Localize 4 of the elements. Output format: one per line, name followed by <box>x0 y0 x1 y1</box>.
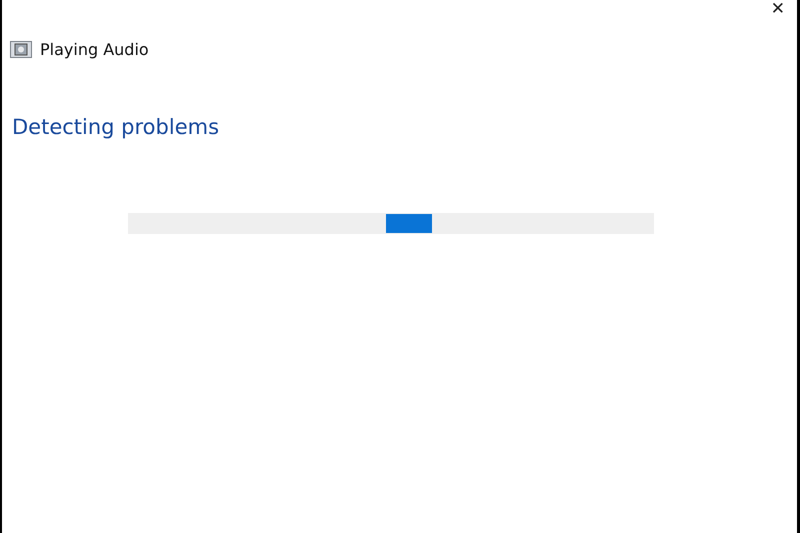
app-icon <box>10 41 32 58</box>
status-heading: Detecting problems <box>12 115 220 139</box>
window-title: Playing Audio <box>40 40 149 59</box>
progress-marquee <box>386 214 432 233</box>
